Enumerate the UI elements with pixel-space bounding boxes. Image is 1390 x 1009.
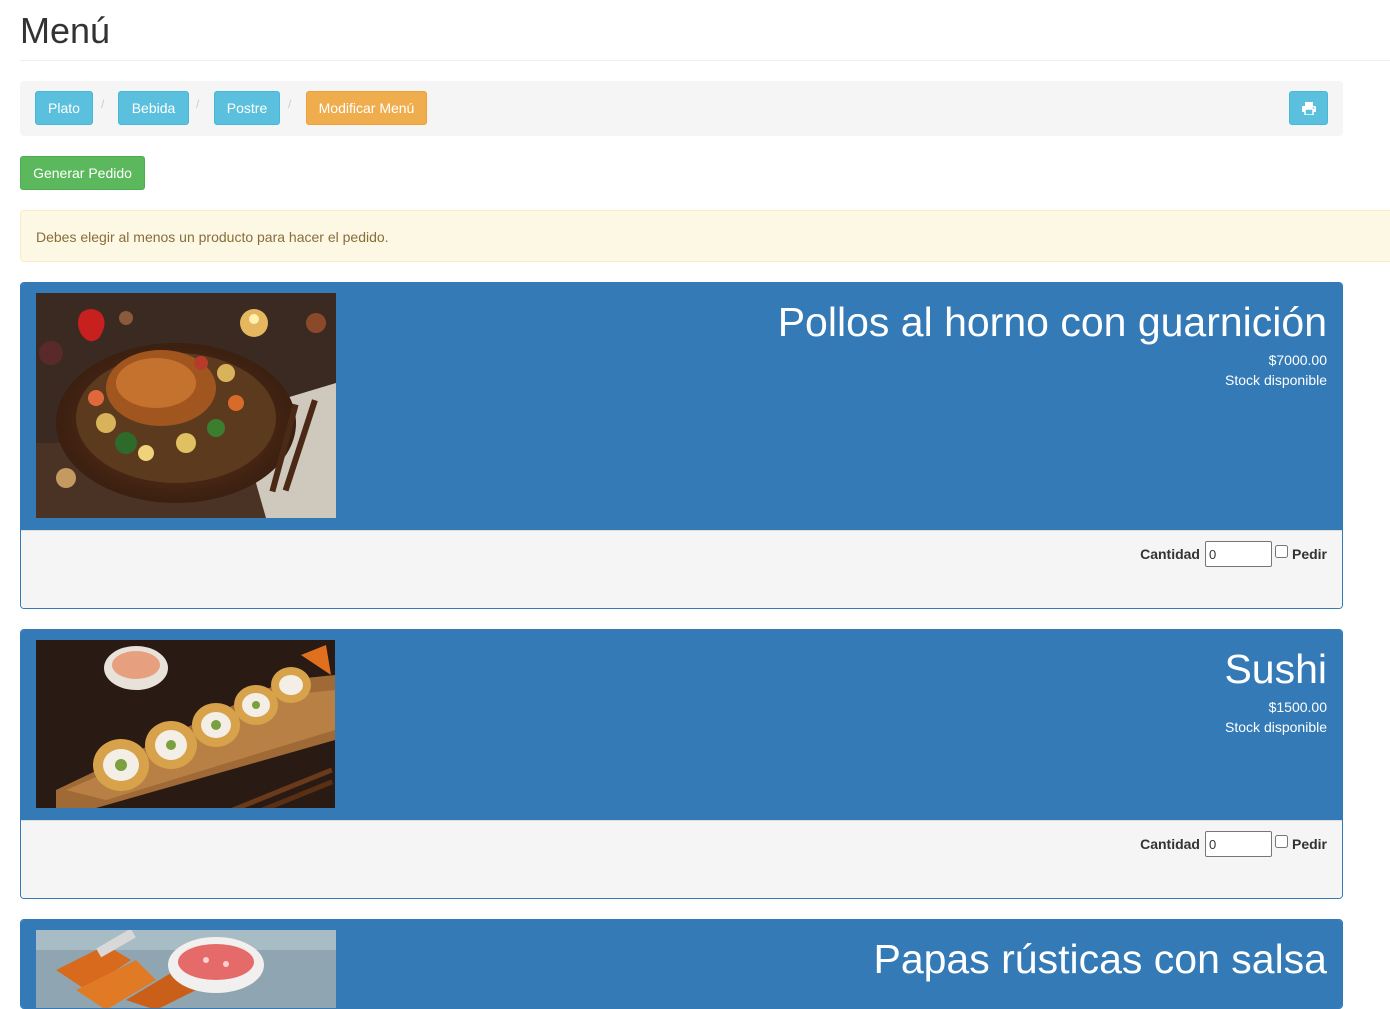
plato-button[interactable]: Plato (35, 91, 93, 125)
order-label: Pedir (1291, 546, 1327, 562)
quantity-label: Cantidad (1140, 836, 1200, 852)
modify-menu-button[interactable]: Modificar Menú (306, 91, 427, 125)
quantity-group: Cantidad Pedir (1140, 831, 1327, 857)
breadcrumb-separator: / (101, 97, 105, 111)
product-price: $1500.00 (1268, 699, 1327, 715)
printer-icon (1302, 102, 1316, 115)
product-image (36, 640, 335, 808)
order-checkbox[interactable] (1274, 834, 1288, 848)
product-name: Papas rústicas con salsa (873, 936, 1327, 982)
product-image (36, 930, 336, 1008)
product-card-header: Sushi $1500.00 Stock disponible (21, 630, 1342, 820)
product-card: Pollos al horno con guarnición $7000.00 … (20, 282, 1343, 609)
product-name: Pollos al horno con guarnición (777, 299, 1327, 345)
page-title: Menú (20, 10, 111, 51)
product-image (36, 293, 336, 518)
menu-toolbar: Plato / Bebida / Postre / Modificar Menú (20, 81, 1343, 136)
product-card: Papas rústicas con salsa (20, 919, 1343, 1009)
postre-button[interactable]: Postre (214, 91, 280, 125)
breadcrumb-separator: / (288, 97, 292, 111)
warning-alert: Debes elegir al menos un producto para h… (20, 210, 1390, 262)
product-card-footer: Cantidad Pedir (21, 820, 1342, 898)
product-name: Sushi (1224, 646, 1327, 692)
quantity-label: Cantidad (1140, 546, 1200, 562)
product-stock: Stock disponible (1225, 719, 1327, 735)
product-card: Sushi $1500.00 Stock disponible Cantidad… (20, 629, 1343, 899)
quantity-input[interactable] (1204, 541, 1272, 567)
product-card-footer: Cantidad Pedir (21, 530, 1342, 608)
product-card-header: Pollos al horno con guarnición $7000.00 … (21, 283, 1342, 530)
product-price: $7000.00 (1268, 352, 1327, 368)
title-divider (20, 60, 1390, 61)
product-stock: Stock disponible (1225, 372, 1327, 388)
bebida-button[interactable]: Bebida (118, 91, 189, 125)
quantity-group: Cantidad Pedir (1140, 541, 1327, 567)
order-label: Pedir (1291, 836, 1327, 852)
breadcrumb-separator: / (196, 97, 200, 111)
order-checkbox[interactable] (1274, 544, 1288, 558)
product-card-header: Papas rústicas con salsa (21, 920, 1342, 1008)
quantity-input[interactable] (1204, 831, 1272, 857)
print-button[interactable] (1289, 91, 1328, 125)
generate-order-button[interactable]: Generar Pedido (20, 156, 145, 190)
